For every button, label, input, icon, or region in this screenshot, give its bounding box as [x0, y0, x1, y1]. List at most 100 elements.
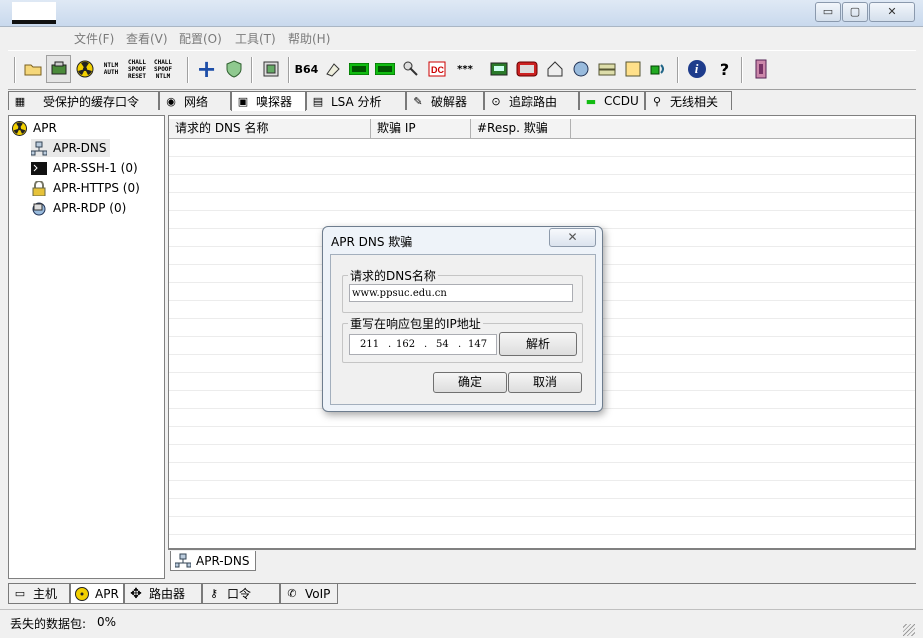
- apr-tree: APR APR-DNS APR-SSH-1 (0) APR-HTTPS (0) …: [8, 115, 165, 579]
- ip-octet-2[interactable]: 162: [396, 339, 415, 350]
- tab-wireless[interactable]: ⚲ 无线相关: [645, 91, 732, 110]
- md5-icon[interactable]: [372, 55, 397, 83]
- tab-ccdu[interactable]: ▬ CCDU: [579, 91, 645, 110]
- tab-label: 破解器: [431, 94, 468, 109]
- resolve-button[interactable]: 解析: [499, 332, 577, 356]
- cancel-button[interactable]: 取消: [508, 372, 582, 393]
- bottom-tab-passwords[interactable]: ⚷ 口令: [202, 584, 280, 604]
- lost-packets-value: 0%: [97, 615, 117, 629]
- tree-item-apr-rdp[interactable]: APR-RDP (0): [31, 199, 126, 217]
- menu-tools[interactable]: 工具(T): [235, 30, 276, 47]
- menu-view[interactable]: 查看(V): [126, 30, 168, 47]
- certificate-icon[interactable]: [620, 55, 645, 83]
- tree-label: APR-HTTPS (0): [53, 181, 140, 195]
- exit-door-icon[interactable]: [748, 55, 773, 83]
- chall-spoof-reset-icon[interactable]: CHALL SPOOF RESET: [126, 55, 148, 83]
- subtab-label: APR-DNS: [196, 553, 250, 568]
- tree-label: APR-RDP (0): [53, 201, 127, 215]
- dc-icon[interactable]: DC: [424, 55, 449, 83]
- tree-item-apr-dns[interactable]: APR-DNS: [31, 139, 111, 157]
- ip-address-input[interactable]: 211 . 162 . 54 . 147: [349, 334, 497, 355]
- menu-file[interactable]: 文件(F): [74, 30, 114, 47]
- resize-grip-icon[interactable]: [903, 624, 915, 636]
- router-stack-icon[interactable]: [594, 55, 619, 83]
- bottom-tab-hosts[interactable]: ▭ 主机: [8, 584, 70, 604]
- help-icon[interactable]: ?: [712, 55, 737, 83]
- open-folder-icon[interactable]: [20, 55, 45, 83]
- ip-octet-3[interactable]: 54: [436, 339, 449, 350]
- lost-packets-label: 丢失的数据包:: [10, 617, 87, 631]
- tab-lsa-analysis[interactable]: ▤ LSA 分析: [306, 91, 406, 110]
- tab-label: 网络: [184, 94, 209, 109]
- subtab-bar: [168, 549, 916, 576]
- column-header-filler: [571, 119, 915, 139]
- close-button[interactable]: ✕: [869, 2, 915, 22]
- tab-cracker[interactable]: ✎ 破解器: [406, 91, 484, 110]
- tab-label: 嗅探器: [256, 95, 293, 109]
- terminal-icon: [31, 161, 47, 175]
- ip-octet-4[interactable]: 147: [468, 339, 487, 350]
- network-globe-icon[interactable]: [568, 55, 593, 83]
- hash-icon[interactable]: [320, 55, 345, 83]
- tree-label: APR-DNS: [53, 141, 107, 155]
- subtab-apr-dns[interactable]: APR-DNS: [170, 551, 256, 571]
- tree-item-apr-https[interactable]: APR-HTTPS (0): [31, 179, 140, 197]
- menu-config[interactable]: 配置(O): [179, 30, 222, 47]
- dialog-body: 请求的DNS名称 www.ppsuc.edu.cn 重写在响应包里的IP地址 2…: [330, 254, 596, 405]
- minimize-button[interactable]: ▭: [815, 2, 841, 22]
- toolbar-separator: [677, 57, 679, 83]
- status-bar: 丢失的数据包: 0%: [0, 609, 923, 638]
- cracker-icon: ✎: [413, 94, 423, 108]
- computer-icon: ▭: [14, 587, 26, 600]
- lsa-icon: ▤: [312, 94, 324, 108]
- network-node-icon: [175, 553, 191, 568]
- bottom-tab-voip[interactable]: ✆ VoIP: [280, 584, 338, 604]
- dialog-close-button[interactable]: ✕: [549, 228, 596, 247]
- calculator-icon[interactable]: [486, 55, 511, 83]
- decoder-icon[interactable]: [258, 55, 283, 83]
- md4-icon[interactable]: [346, 55, 371, 83]
- title-bar: ▭ ▢ ✕: [0, 0, 923, 27]
- tree-root-apr[interactable]: APR: [12, 119, 57, 137]
- menu-help[interactable]: 帮助(H): [288, 30, 330, 47]
- ccdu-icon: ▬: [585, 94, 597, 108]
- tab-label: 追踪路由: [509, 94, 558, 109]
- base64-icon[interactable]: B64: [294, 55, 319, 83]
- lock-icon: [32, 180, 46, 196]
- sniffer-toggle-icon[interactable]: [46, 55, 71, 83]
- shield-icon[interactable]: [221, 55, 246, 83]
- tab-sniffer[interactable]: ▣ 嗅探器: [231, 91, 306, 111]
- dns-name-input[interactable]: www.ppsuc.edu.cn: [349, 284, 573, 302]
- toolbar-separator: [251, 57, 253, 83]
- bottom-tab-routers[interactable]: ✥ 路由器: [124, 584, 202, 604]
- maximize-button[interactable]: ▢: [842, 2, 868, 22]
- bottom-tab-apr[interactable]: APR: [70, 584, 124, 604]
- tab-label: 无线相关: [670, 94, 719, 109]
- ntlm-auth-icon[interactable]: NTLM AUTH: [100, 55, 122, 83]
- tab-network[interactable]: ◉ 网络: [159, 91, 231, 110]
- ip-dot: .: [424, 339, 428, 350]
- column-header-resp-spoof[interactable]: #Resp. 欺骗: [471, 119, 571, 139]
- wifi-signal-icon[interactable]: [646, 55, 671, 83]
- ok-button[interactable]: 确定: [433, 372, 507, 393]
- voip-phone-icon: ✆: [287, 587, 297, 600]
- key-icon[interactable]: [398, 55, 423, 83]
- tab-traceroute[interactable]: ⊙ 追踪路由: [484, 91, 579, 110]
- tree-item-apr-ssh[interactable]: APR-SSH-1 (0): [31, 159, 138, 177]
- ip-octet-1[interactable]: 211: [360, 339, 379, 350]
- info-icon[interactable]: i: [684, 55, 709, 83]
- column-header-requested-dns[interactable]: 请求的 DNS 名称: [169, 119, 371, 139]
- password-stars-icon[interactable]: ***: [450, 55, 480, 83]
- wireless-card-icon[interactable]: [514, 55, 539, 83]
- tab-protected-cache-passwords[interactable]: ▦ 受保护的缓存口令: [8, 91, 159, 110]
- chall-spoof-ntlm-icon[interactable]: CHALL SPOOF NTLM: [152, 55, 174, 83]
- dialog-title: APR DNS 欺骗: [331, 235, 413, 249]
- svg-text:DC: DC: [431, 65, 444, 75]
- tab-label: LSA 分析: [331, 94, 382, 109]
- tab-label: CCDU: [604, 94, 639, 108]
- radiation-icon: [75, 586, 89, 601]
- add-icon[interactable]: +: [194, 55, 219, 83]
- column-header-spoof-ip[interactable]: 欺骗 IP: [371, 119, 471, 139]
- house-icon[interactable]: [542, 55, 567, 83]
- apr-radiation-icon[interactable]: [72, 55, 97, 83]
